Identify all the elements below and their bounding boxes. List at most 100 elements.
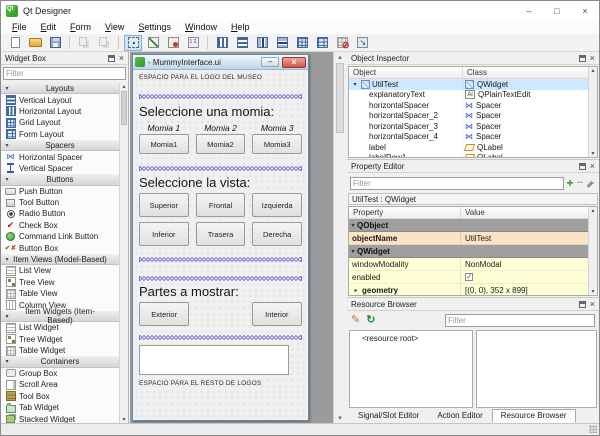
widget-box-item-form-layout[interactable]: Form Layout [1, 129, 119, 140]
menu-form[interactable]: Form [63, 22, 98, 32]
column-value[interactable]: Value [461, 207, 597, 218]
tree-row-horizontalspacer[interactable]: horizontalSpacer ⋈Spacer [349, 100, 597, 111]
adjust-size-button[interactable] [353, 35, 371, 51]
scroll-up-icon[interactable]: ▴ [334, 53, 346, 61]
widget-box-item-check-box[interactable]: ✔Check Box [1, 220, 119, 231]
momia-heading[interactable]: Seleccione una momia: [139, 104, 302, 119]
partes-heading[interactable]: Partes a mostrar: [139, 284, 302, 299]
section-item-views[interactable]: ▾Item Views (Model-Based) [1, 254, 119, 265]
frontal-button[interactable]: Frontal [196, 193, 246, 217]
edit-tab-order-button[interactable] [184, 35, 202, 51]
layout-vertically-button[interactable] [233, 35, 251, 51]
edit-signals-slots-button[interactable] [144, 35, 162, 51]
momia3-button[interactable]: Momia3 [252, 134, 302, 154]
form-close-button[interactable]: × [282, 57, 306, 68]
float-panel-button[interactable] [108, 55, 115, 62]
float-panel-button[interactable] [579, 55, 586, 62]
widget-box-item-radio-button[interactable]: Radio Button [1, 208, 119, 219]
scroll-down-icon[interactable]: ▾ [120, 416, 128, 423]
scroll-down-icon[interactable]: ▾ [334, 414, 346, 422]
momia2-button[interactable]: Momia2 [196, 134, 246, 154]
objectname-value[interactable]: UtilTest [461, 232, 597, 244]
widget-box-item-tool-button[interactable]: Tool Button [1, 197, 119, 208]
scroll-down-icon[interactable]: ▾ [589, 288, 597, 295]
momia2-label[interactable]: Momia 2 [196, 123, 246, 133]
close-panel-button[interactable]: × [590, 55, 595, 62]
column-class[interactable]: Class [463, 67, 597, 78]
widget-box-item-table-view[interactable]: Table View [1, 288, 119, 299]
resource-filter-input[interactable] [445, 314, 595, 327]
exterior-button[interactable]: Exterior [139, 302, 189, 326]
layout-horizontally-button[interactable] [213, 35, 231, 51]
close-panel-button[interactable]: × [119, 55, 124, 62]
new-form-button[interactable] [6, 35, 24, 51]
add-dynamic-property-icon[interactable]: + [567, 178, 574, 188]
menu-settings[interactable]: Settings [131, 22, 178, 32]
resource-tree-pane[interactable]: <resource root> [349, 330, 473, 408]
property-row-windowmodality[interactable]: windowModality NonModal [349, 258, 597, 271]
widget-box-item-tool-box[interactable]: Tool Box [1, 391, 119, 402]
menu-view[interactable]: View [98, 22, 131, 32]
form-window-titlebar[interactable]: - MummyInterface.ui – × [133, 55, 308, 70]
widget-box-filter-input[interactable] [3, 67, 126, 80]
scroll-down-icon[interactable]: ▾ [589, 150, 597, 157]
widget-box-item-push-button[interactable]: Push Button [1, 186, 119, 197]
widget-box-item-horizontal-spacer[interactable]: ⋈Horizontal Spacer [1, 151, 119, 162]
tab-resource-browser[interactable]: Resource Browser [492, 409, 576, 423]
float-panel-button[interactable] [579, 163, 586, 170]
tree-row-label[interactable]: label QLabel [349, 142, 597, 153]
enabled-checkbox[interactable] [465, 273, 473, 281]
widget-box-item-scroll-area[interactable]: Scroll Area [1, 379, 119, 390]
resize-grip[interactable] [589, 425, 597, 433]
group-qwidget[interactable]: ▾QWidget [349, 245, 597, 258]
widget-box-item-tab-widget[interactable]: Tab Widget [1, 402, 119, 413]
tree-row-labelrow1[interactable]: labelRow1 QLabel [349, 153, 597, 159]
momia1-label[interactable]: Momia 1 [139, 123, 189, 133]
edit-buddies-button[interactable] [164, 35, 182, 51]
layout-grid-button[interactable] [293, 35, 311, 51]
close-button[interactable]: × [571, 1, 599, 20]
horizontal-spacer[interactable] [139, 335, 302, 340]
close-panel-button[interactable]: × [590, 301, 595, 308]
group-qobject[interactable]: ▾QObject [349, 219, 597, 232]
paste-button[interactable] [95, 35, 113, 51]
inferior-button[interactable]: Inferior [139, 222, 189, 246]
widget-box-item-table-widget[interactable]: Table Widget [1, 345, 119, 356]
widget-box-item-tree-view[interactable]: Tree View [1, 277, 119, 288]
widget-box-item-tree-widget[interactable]: Tree Widget [1, 334, 119, 345]
scroll-up-icon[interactable]: ▴ [589, 67, 597, 74]
widget-box-item-grid-layout[interactable]: Grid Layout [1, 117, 119, 128]
tree-row-horizontalspacer3[interactable]: horizontalSpacer_3 ⋈Spacer [349, 121, 597, 132]
property-filter-input[interactable] [350, 177, 564, 190]
column-property[interactable]: Property [349, 207, 461, 218]
windowmodality-value[interactable]: NonModal [461, 258, 597, 270]
scrollbar-thumb[interactable] [336, 63, 344, 133]
layout-form-button[interactable] [313, 35, 331, 51]
horizontal-spacer[interactable] [139, 276, 302, 281]
open-form-button[interactable] [26, 35, 44, 51]
momia1-button[interactable]: Momia1 [139, 134, 189, 154]
form-canvas[interactable]: ESPACIO PARA EL LOGO DEL MUSEO Seleccion… [133, 71, 308, 420]
widget-box-item-vertical-spacer[interactable]: Vertical Spacer [1, 163, 119, 174]
explanatory-text-edit[interactable] [139, 345, 289, 375]
widget-box-item-button-box[interactable]: Button Box [1, 242, 119, 253]
property-editor-scrollbar[interactable]: ▴▾ [588, 207, 597, 295]
vista-heading[interactable]: Seleccione la vista: [139, 175, 302, 190]
scroll-up-icon[interactable]: ▴ [589, 207, 597, 214]
property-row-objectname[interactable]: objectName UtilTest [349, 232, 597, 245]
section-item-widgets[interactable]: ▾Item Widgets (Item-Based) [1, 311, 119, 322]
property-row-geometry[interactable]: ▸geometry [(0, 0), 352 x 899] [349, 284, 597, 296]
break-layout-button[interactable] [333, 35, 351, 51]
close-panel-button[interactable]: × [590, 163, 595, 170]
widget-box-scrollbar[interactable]: ▴▾ [119, 83, 128, 423]
remove-dynamic-property-icon[interactable]: − [577, 178, 583, 188]
section-containers[interactable]: ▾Containers [1, 356, 119, 367]
derecha-button[interactable]: Derecha [252, 222, 302, 246]
form-minimize-button[interactable]: – [261, 57, 279, 67]
horizontal-spacer[interactable] [139, 166, 302, 171]
object-inspector-scrollbar[interactable]: ▴▾ [588, 67, 597, 157]
tree-row-utiltest[interactable]: ▾UtilTest QWidget [349, 79, 597, 90]
copy-button[interactable] [75, 35, 93, 51]
edit-widgets-button[interactable] [124, 35, 142, 51]
minimize-button[interactable]: – [515, 1, 543, 20]
